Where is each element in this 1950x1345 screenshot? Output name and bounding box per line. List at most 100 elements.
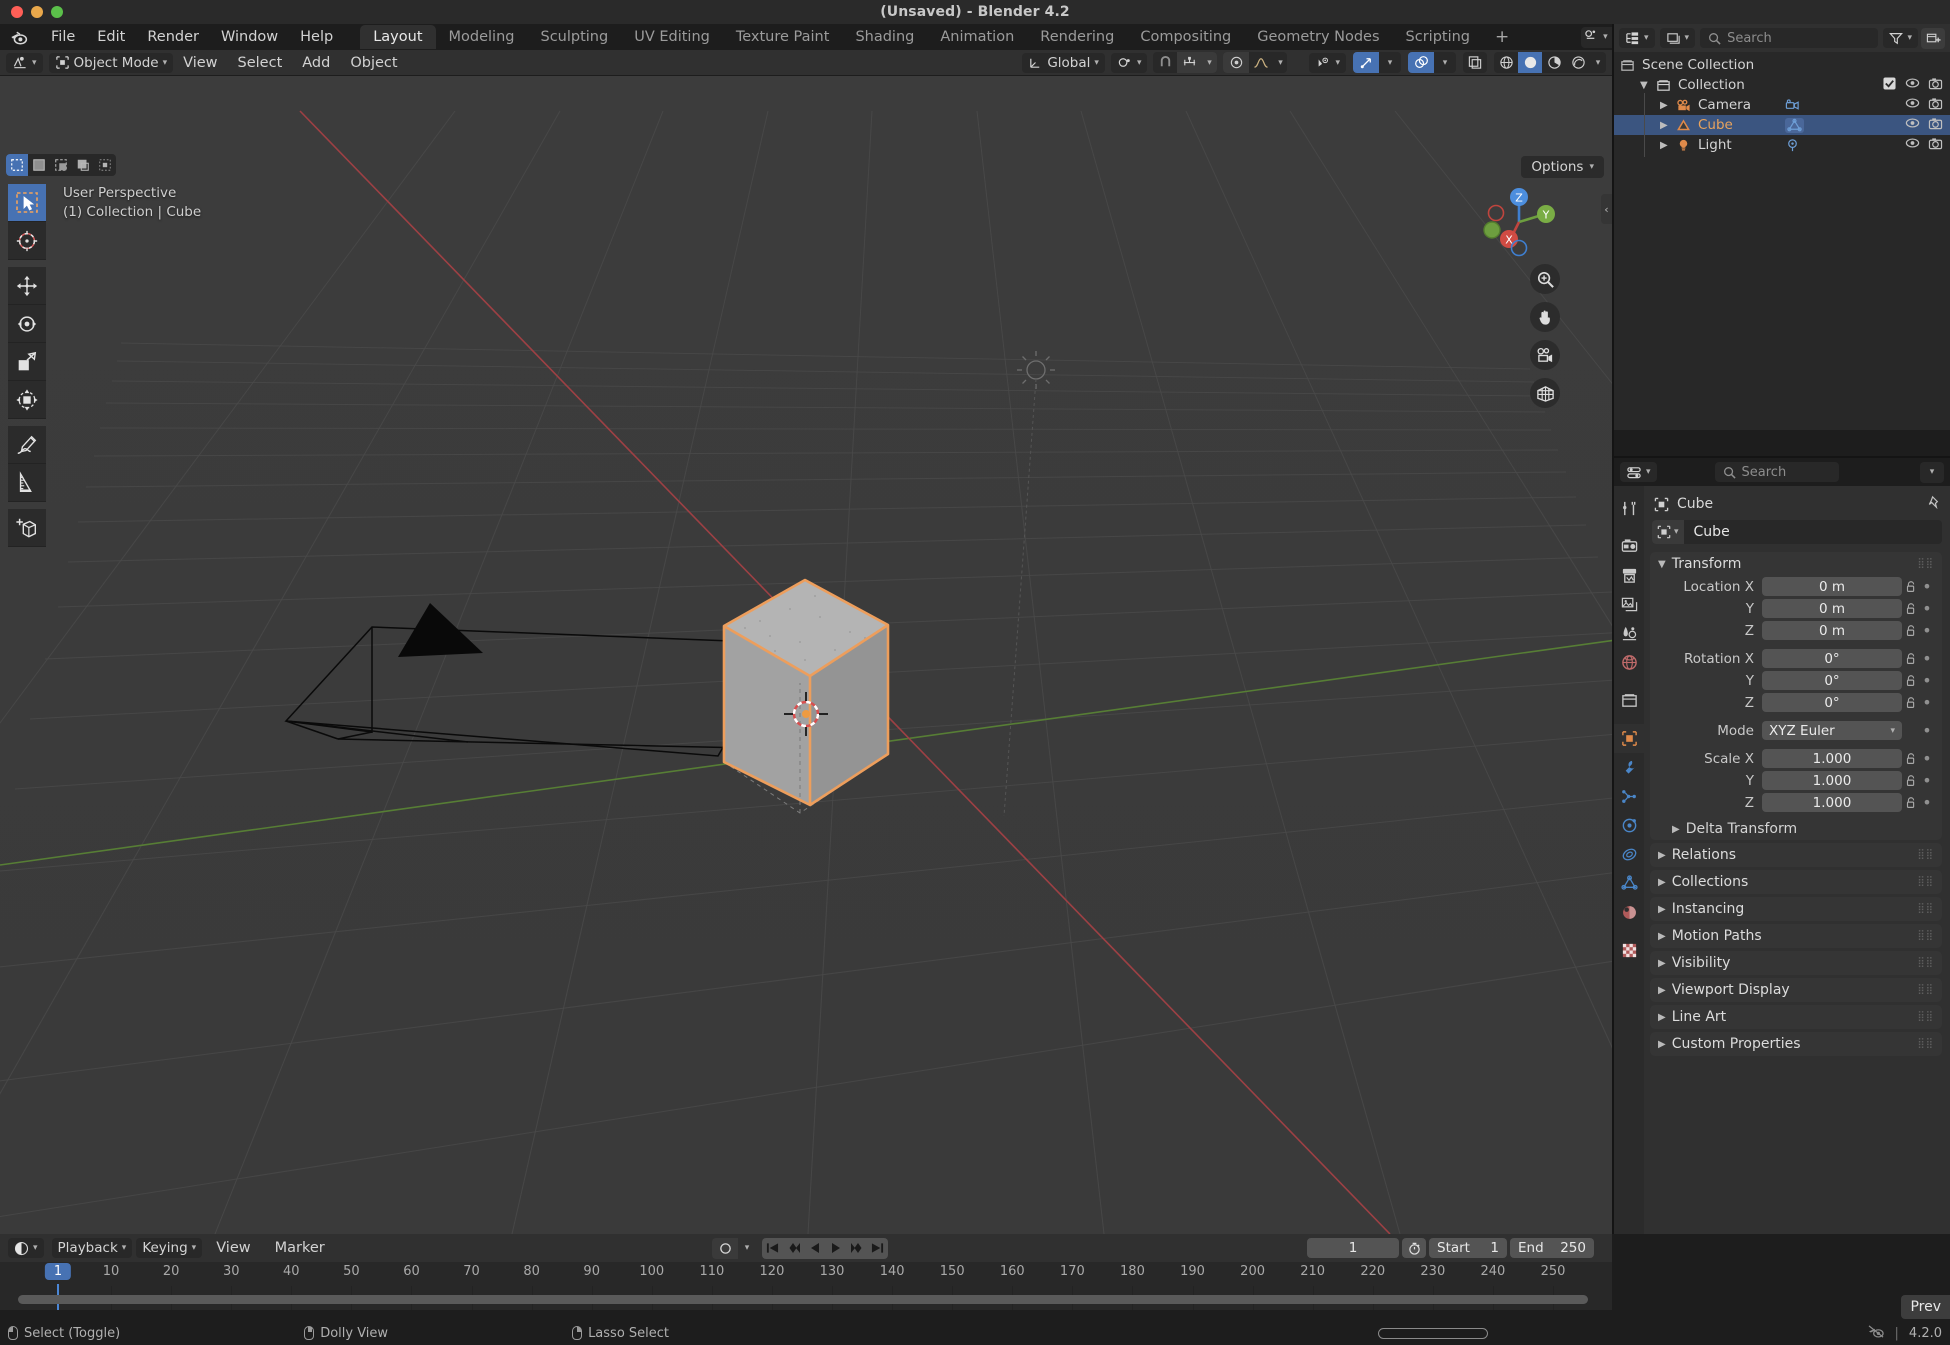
outliner-disable-render-icon[interactable] [1928, 117, 1943, 134]
properties-search-input[interactable]: Search [1715, 462, 1839, 482]
panel-drag-grip[interactable]: ⣿⣿ [1917, 906, 1934, 912]
snap-target-selector[interactable] [1177, 52, 1201, 73]
chevron-down-icon[interactable]: ▾ [1201, 52, 1217, 73]
timeline-keying-menu[interactable]: Keying ▾ [136, 1238, 202, 1258]
playback-transport-controls[interactable] [762, 1238, 888, 1259]
lock-icon[interactable] [1902, 624, 1920, 638]
timeline-marker-menu[interactable]: Marker [265, 1238, 335, 1258]
outliner-expander[interactable]: ▶ [1660, 100, 1668, 111]
outliner-tree[interactable]: Scene Collection▼Collection▶Camera▶Cube▶… [1614, 52, 1950, 430]
properties-tab-physics[interactable] [1614, 811, 1644, 840]
object-id-field[interactable]: ▾ Cube [1652, 520, 1942, 544]
lock-icon[interactable] [1902, 580, 1920, 594]
panel-header[interactable]: ▶Custom Properties⣿⣿ [1650, 1032, 1942, 1056]
transform-fields[interactable]: Location X0 m•Y0 m•Z0 m•Rotation X0°•Y0°… [1650, 576, 1942, 818]
animate-property-dot[interactable]: • [1920, 798, 1934, 808]
gizmos-dropdown[interactable]: ▾ [1379, 52, 1401, 73]
lock-icon[interactable] [1902, 774, 1920, 788]
chevron-down-icon[interactable]: ▾ [1273, 52, 1287, 73]
panel-header[interactable]: ▶Viewport Display⣿⣿ [1650, 978, 1942, 1002]
close-window-icon[interactable] [11, 6, 23, 18]
properties-tab-collection[interactable] [1614, 686, 1644, 715]
panel-header[interactable]: ▶Line Art⣿⣿ [1650, 1005, 1942, 1029]
outliner-row-cube[interactable]: ▶Cube [1614, 115, 1950, 135]
annotate-tool[interactable] [8, 426, 46, 464]
panel-drag-grip[interactable]: ⣿⣿ [1917, 960, 1934, 966]
animate-property-dot[interactable]: • [1920, 626, 1934, 636]
jump-end-icon[interactable] [867, 1242, 888, 1254]
outliner-row-label[interactable]: Light [1698, 137, 1732, 153]
panel-visibility[interactable]: ▶Visibility⣿⣿ [1650, 951, 1942, 975]
window-traffic-lights[interactable] [11, 6, 63, 18]
panel-drag-grip[interactable]: ⣿⣿ [1917, 561, 1934, 567]
animate-property-dot[interactable]: • [1920, 776, 1934, 786]
keying-set-selector[interactable]: ▾ [712, 1238, 756, 1259]
panel-viewport-display[interactable]: ▶Viewport Display⣿⣿ [1650, 978, 1942, 1002]
viewport-menu-view[interactable]: View [173, 53, 227, 73]
panel-header[interactable]: ▶Motion Paths⣿⣿ [1650, 924, 1942, 948]
object-name-value[interactable]: Cube [1688, 524, 1730, 540]
outliner-data-camera-icon[interactable] [1785, 98, 1800, 113]
overlays-toggle[interactable] [1408, 52, 1434, 73]
transform-value-z-9[interactable]: 1.000 [1762, 793, 1902, 812]
lock-icon[interactable] [1902, 752, 1920, 766]
animate-property-dot[interactable]: • [1920, 582, 1934, 592]
properties-tab-texture[interactable] [1614, 936, 1644, 965]
timeline-playback-menu[interactable]: Playback ▾ [52, 1238, 133, 1258]
play-icon[interactable] [825, 1242, 846, 1254]
outliner-display-mode-selector[interactable]: ▾ [1660, 28, 1696, 48]
properties-tab-modifiers[interactable] [1614, 753, 1644, 782]
timeline-horizontal-scrollbar[interactable] [18, 1295, 1588, 1304]
outliner-search-input[interactable]: Search [1700, 28, 1878, 48]
outliner-hide-eye-icon[interactable] [1905, 117, 1920, 133]
current-frame-field[interactable]: 1 [1307, 1238, 1399, 1258]
animate-property-dot[interactable]: • [1920, 604, 1934, 614]
lock-icon[interactable] [1902, 602, 1920, 616]
outliner-expander[interactable]: ▶ [1660, 120, 1668, 131]
transform-value-scale-x-7[interactable]: 1.000 [1762, 749, 1902, 768]
lock-icon[interactable] [1902, 652, 1920, 666]
use-preview-range-icon[interactable] [1402, 1238, 1426, 1258]
select-subtract-button[interactable] [50, 154, 72, 176]
outliner-row-scene-collection[interactable]: Scene Collection [1614, 55, 1950, 75]
3d-viewport[interactable]: User Perspective (1) Collection | Cube [0, 76, 1612, 1234]
animate-property-dot[interactable]: • [1920, 698, 1934, 708]
shading-material-preview-button[interactable] [1542, 52, 1566, 73]
add-cube-tool[interactable] [8, 509, 46, 547]
transform-value-mode[interactable]: XYZ Euler▾ [1762, 721, 1902, 740]
prev-keyframe-icon[interactable] [783, 1242, 804, 1254]
transform-value-location-x-0[interactable]: 0 m [1762, 577, 1902, 596]
xray-toggle[interactable] [1463, 52, 1487, 73]
properties-tab-scene[interactable] [1614, 619, 1644, 648]
panel-header[interactable]: ▶Relations⣿⣿ [1650, 843, 1942, 867]
outliner-row-light[interactable]: ▶Light [1614, 135, 1950, 155]
add-workspace-button[interactable]: + [1483, 27, 1521, 47]
panel-drag-grip[interactable]: ⣿⣿ [1917, 933, 1934, 939]
lock-icon[interactable] [1902, 696, 1920, 710]
outliner-disable-render-icon[interactable] [1928, 137, 1943, 154]
menu-window[interactable]: Window [210, 26, 289, 48]
gizmos-toggle[interactable] [1353, 52, 1379, 73]
lock-icon[interactable] [1902, 674, 1920, 688]
panel-drag-grip[interactable]: ⣿⣿ [1917, 987, 1934, 993]
properties-tab-world[interactable] [1614, 648, 1644, 677]
lock-icon[interactable] [1902, 796, 1920, 810]
transform-value-y-4[interactable]: 0° [1762, 671, 1902, 690]
overlays-dropdown[interactable]: ▾ [1434, 52, 1456, 73]
properties-tab-particles[interactable] [1614, 782, 1644, 811]
select-mode-group[interactable] [6, 154, 116, 176]
scale-tool[interactable] [8, 343, 46, 381]
next-keyframe-icon[interactable] [846, 1242, 867, 1254]
outliner-disable-render-icon[interactable] [1928, 77, 1943, 94]
properties-options-button[interactable]: ▾ [1920, 462, 1944, 483]
transform-value-y-1[interactable]: 0 m [1762, 599, 1902, 618]
panel-line-art[interactable]: ▶Line Art⣿⣿ [1650, 1005, 1942, 1029]
workspace-tab-animation[interactable]: Animation [927, 25, 1027, 49]
panel-instancing[interactable]: ▶Instancing⣿⣿ [1650, 897, 1942, 921]
properties-editor-type-selector[interactable]: ▾ [1620, 462, 1657, 482]
workspace-tab-compositing[interactable]: Compositing [1127, 25, 1244, 49]
outliner-data-light-icon[interactable] [1785, 138, 1800, 153]
properties-tab-material[interactable] [1614, 898, 1644, 927]
visibility-selector[interactable]: ▾ [1309, 53, 1346, 73]
menu-edit[interactable]: Edit [86, 26, 136, 48]
